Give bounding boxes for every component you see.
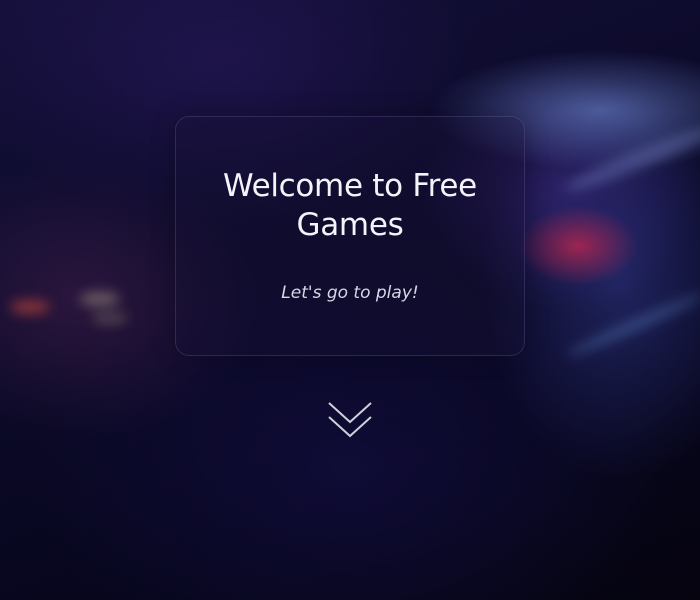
welcome-card: Welcome to Free Games Let's go to play! (175, 116, 525, 356)
welcome-title: Welcome to Free Games (223, 168, 477, 243)
background-light-streak (564, 289, 700, 361)
hero-section: Welcome to Free Games Let's go to play! (0, 0, 700, 600)
background-light-streak (80, 292, 120, 306)
background-light-streak (562, 120, 700, 198)
background-light-streak (10, 300, 50, 314)
welcome-subtitle: Let's go to play! (281, 283, 419, 303)
scroll-down-button[interactable] (326, 398, 374, 442)
background-light-streak (92, 312, 128, 324)
double-chevron-down-icon (328, 402, 372, 438)
